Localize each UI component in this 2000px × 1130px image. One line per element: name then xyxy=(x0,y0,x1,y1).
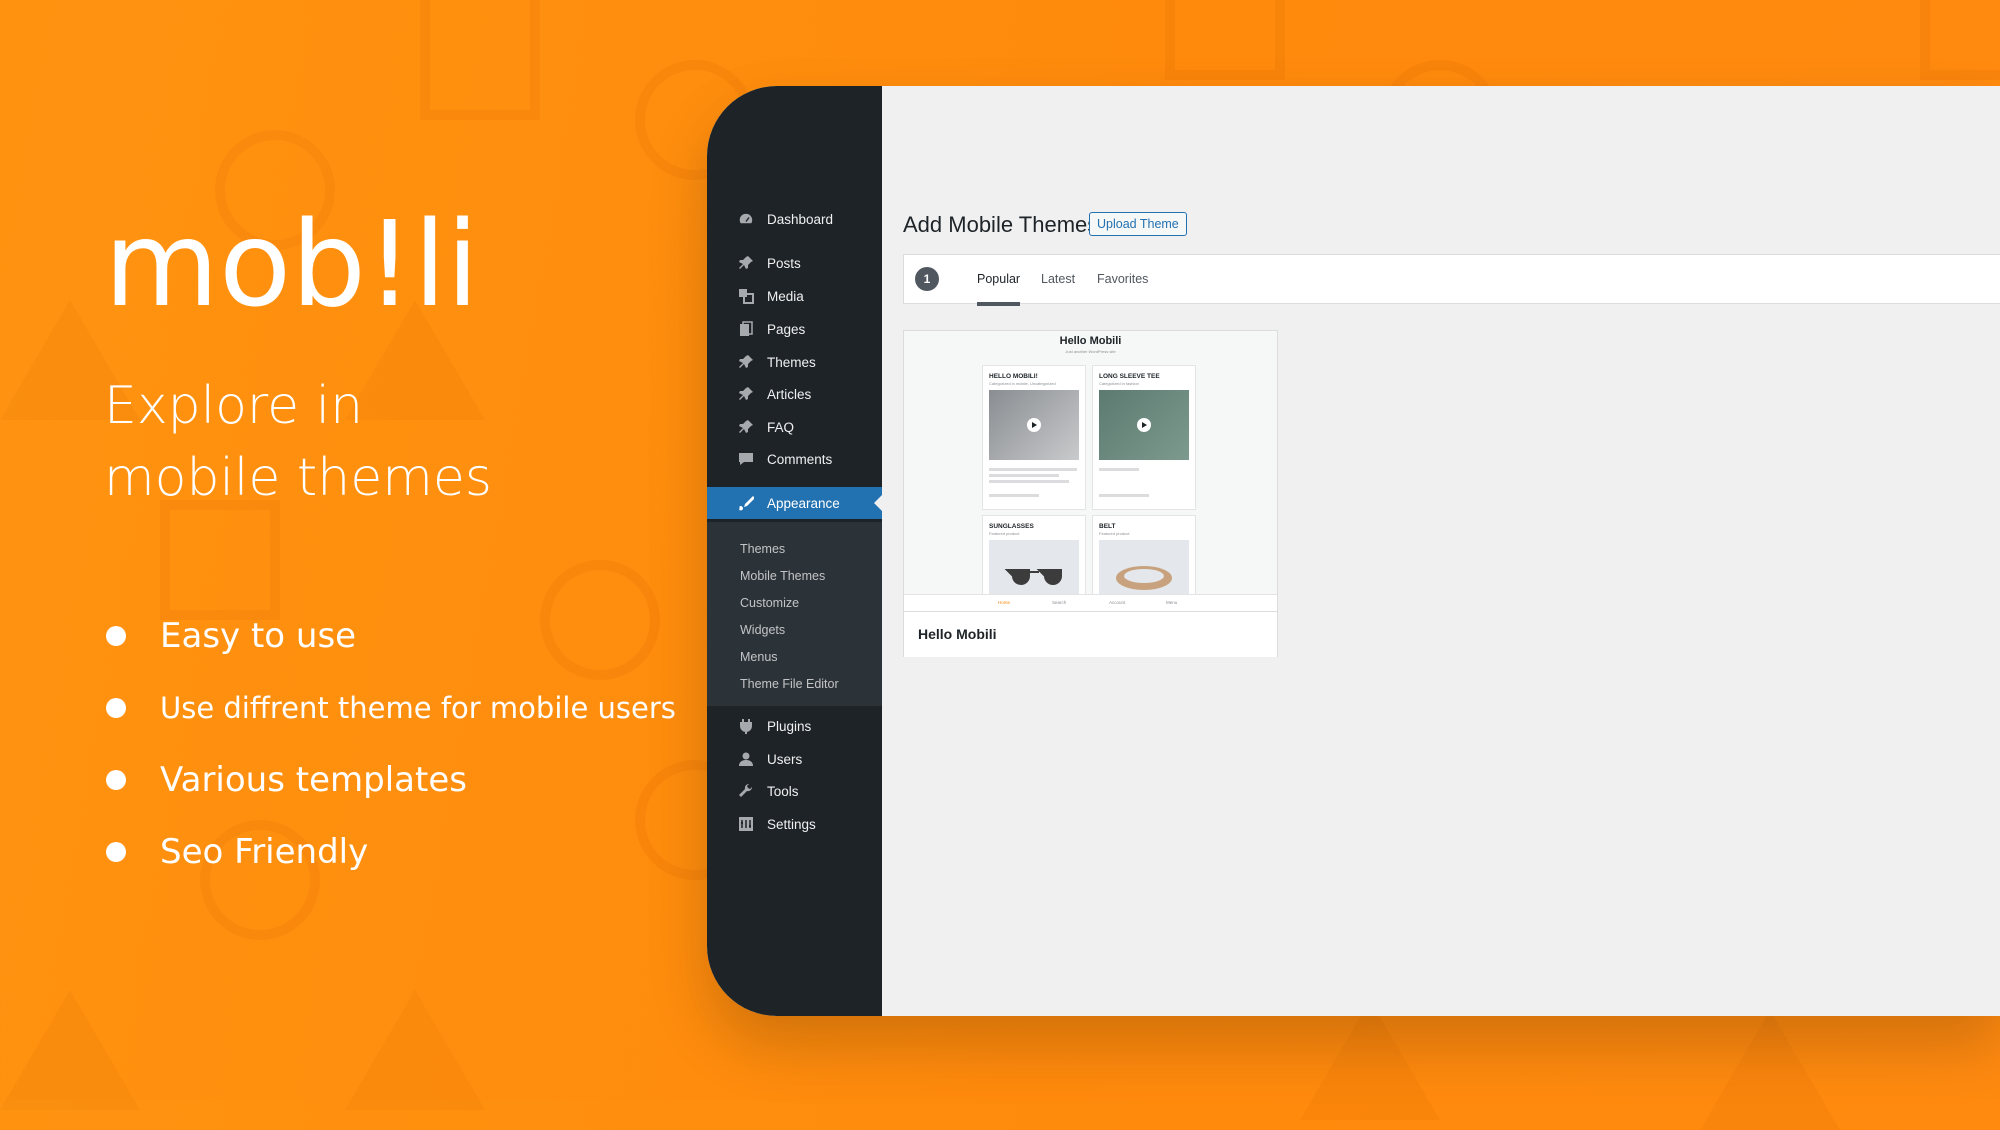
pin-icon xyxy=(737,353,755,371)
sidebar-item-settings[interactable]: Settings xyxy=(707,809,882,839)
sidebar-item-articles[interactable]: Articles xyxy=(707,379,882,409)
pin-icon xyxy=(737,254,755,272)
theme-filter-bar: 1 Popular Latest Favorites xyxy=(903,254,2000,306)
feature-item: Seo Friendly xyxy=(104,826,676,898)
bullet-icon xyxy=(106,770,126,790)
theme-card[interactable]: Hello Mobili Just another WordPress site… xyxy=(903,330,1278,657)
feature-item: Various templates xyxy=(104,754,676,826)
screenshot-post-card: HELLO MOBILI! Categorized in mobile, Unc… xyxy=(982,365,1086,510)
submenu-item-customize[interactable]: Customize xyxy=(740,596,799,610)
tee-image xyxy=(1099,390,1189,460)
admin-sidebar: Dashboard Posts Media Pages Themes Artic… xyxy=(707,86,882,1016)
pin-icon xyxy=(737,385,755,403)
page-title: Add Mobile Themes xyxy=(903,212,1099,237)
sidebar-item-pages[interactable]: Pages xyxy=(707,314,882,344)
sidebar-item-plugins[interactable]: Plugins xyxy=(707,711,882,741)
sidebar-item-tools[interactable]: Tools xyxy=(707,776,882,806)
feature-item: Use diffrent theme for mobile users xyxy=(104,682,676,754)
theme-name-bar: Hello Mobili xyxy=(904,611,1277,657)
tab-favorites[interactable]: Favorites xyxy=(1097,272,1148,286)
sidebar-item-dashboard[interactable]: Dashboard xyxy=(707,204,882,234)
paintbrush-icon xyxy=(737,494,755,512)
screenshot-product-card: SUNGLASSES Featured product xyxy=(982,515,1086,596)
feature-list: Easy to use Use diffrent theme for mobil… xyxy=(104,610,676,898)
admin-device-mockup: Dashboard Posts Media Pages Themes Artic… xyxy=(707,86,2000,1016)
screenshot-product-card: BELT Featured product xyxy=(1092,515,1196,596)
wrench-icon xyxy=(737,782,755,800)
sidebar-item-themes[interactable]: Themes xyxy=(707,347,882,377)
belt-image xyxy=(1099,540,1189,596)
pin-icon xyxy=(737,418,755,436)
pages-icon xyxy=(737,320,755,338)
bullet-icon xyxy=(106,626,126,646)
screenshot-bottom-nav: Home Search Account Menu xyxy=(904,594,1277,611)
submenu-item-theme-file-editor[interactable]: Theme File Editor xyxy=(740,677,839,691)
sidebar-item-appearance[interactable]: Appearance xyxy=(707,487,882,519)
bullet-icon xyxy=(106,698,126,718)
sunglasses-image xyxy=(989,540,1079,596)
screenshot-site-tagline: Just another WordPress site xyxy=(1065,349,1116,354)
bullet-icon xyxy=(106,842,126,862)
play-icon xyxy=(1027,418,1041,432)
headline-line-1: Explore in xyxy=(104,376,364,436)
theme-count-badge: 1 xyxy=(915,267,939,291)
theme-screenshot[interactable]: Hello Mobili Just another WordPress site… xyxy=(904,331,1277,611)
submenu-item-menus[interactable]: Menus xyxy=(740,650,778,664)
screenshot-site-title: Hello Mobili xyxy=(1059,335,1122,347)
sidebar-item-comments[interactable]: Comments xyxy=(707,444,882,474)
tab-popular[interactable]: Popular xyxy=(977,272,1021,306)
submenu-item-widgets[interactable]: Widgets xyxy=(740,623,785,637)
media-icon xyxy=(737,287,755,305)
settings-icon xyxy=(737,815,755,833)
submenu-item-mobile-themes[interactable]: Mobile Themes xyxy=(740,569,825,583)
sidebar-item-posts[interactable]: Posts xyxy=(707,248,882,278)
dashboard-icon xyxy=(737,210,755,228)
play-icon xyxy=(1137,418,1151,432)
appearance-submenu: Themes Mobile Themes Customize Widgets M… xyxy=(707,522,882,706)
sidebar-item-media[interactable]: Media xyxy=(707,281,882,311)
sidebar-item-faq[interactable]: FAQ xyxy=(707,412,882,442)
sidebar-item-users[interactable]: Users xyxy=(707,744,882,774)
admin-main-content: Add Mobile Themes Upload Theme 1 Popular… xyxy=(882,86,2000,1016)
feature-item: Easy to use xyxy=(104,610,676,682)
mobili-logo: mob!li xyxy=(104,195,479,333)
theme-name: Hello Mobili xyxy=(918,626,997,642)
plugin-icon xyxy=(737,717,755,735)
headline-line-2: mobile themes xyxy=(104,448,492,508)
screenshot-post-card: LONG SLEEVE TEE Categorized in fashion xyxy=(1092,365,1196,510)
laptop-image xyxy=(989,390,1079,460)
headline: Explore in mobile themes xyxy=(104,370,492,514)
comment-icon xyxy=(737,450,755,468)
upload-theme-button[interactable]: Upload Theme xyxy=(1089,212,1187,236)
tab-latest[interactable]: Latest xyxy=(1041,272,1075,286)
submenu-item-themes[interactable]: Themes xyxy=(740,542,785,556)
user-icon xyxy=(737,750,755,768)
